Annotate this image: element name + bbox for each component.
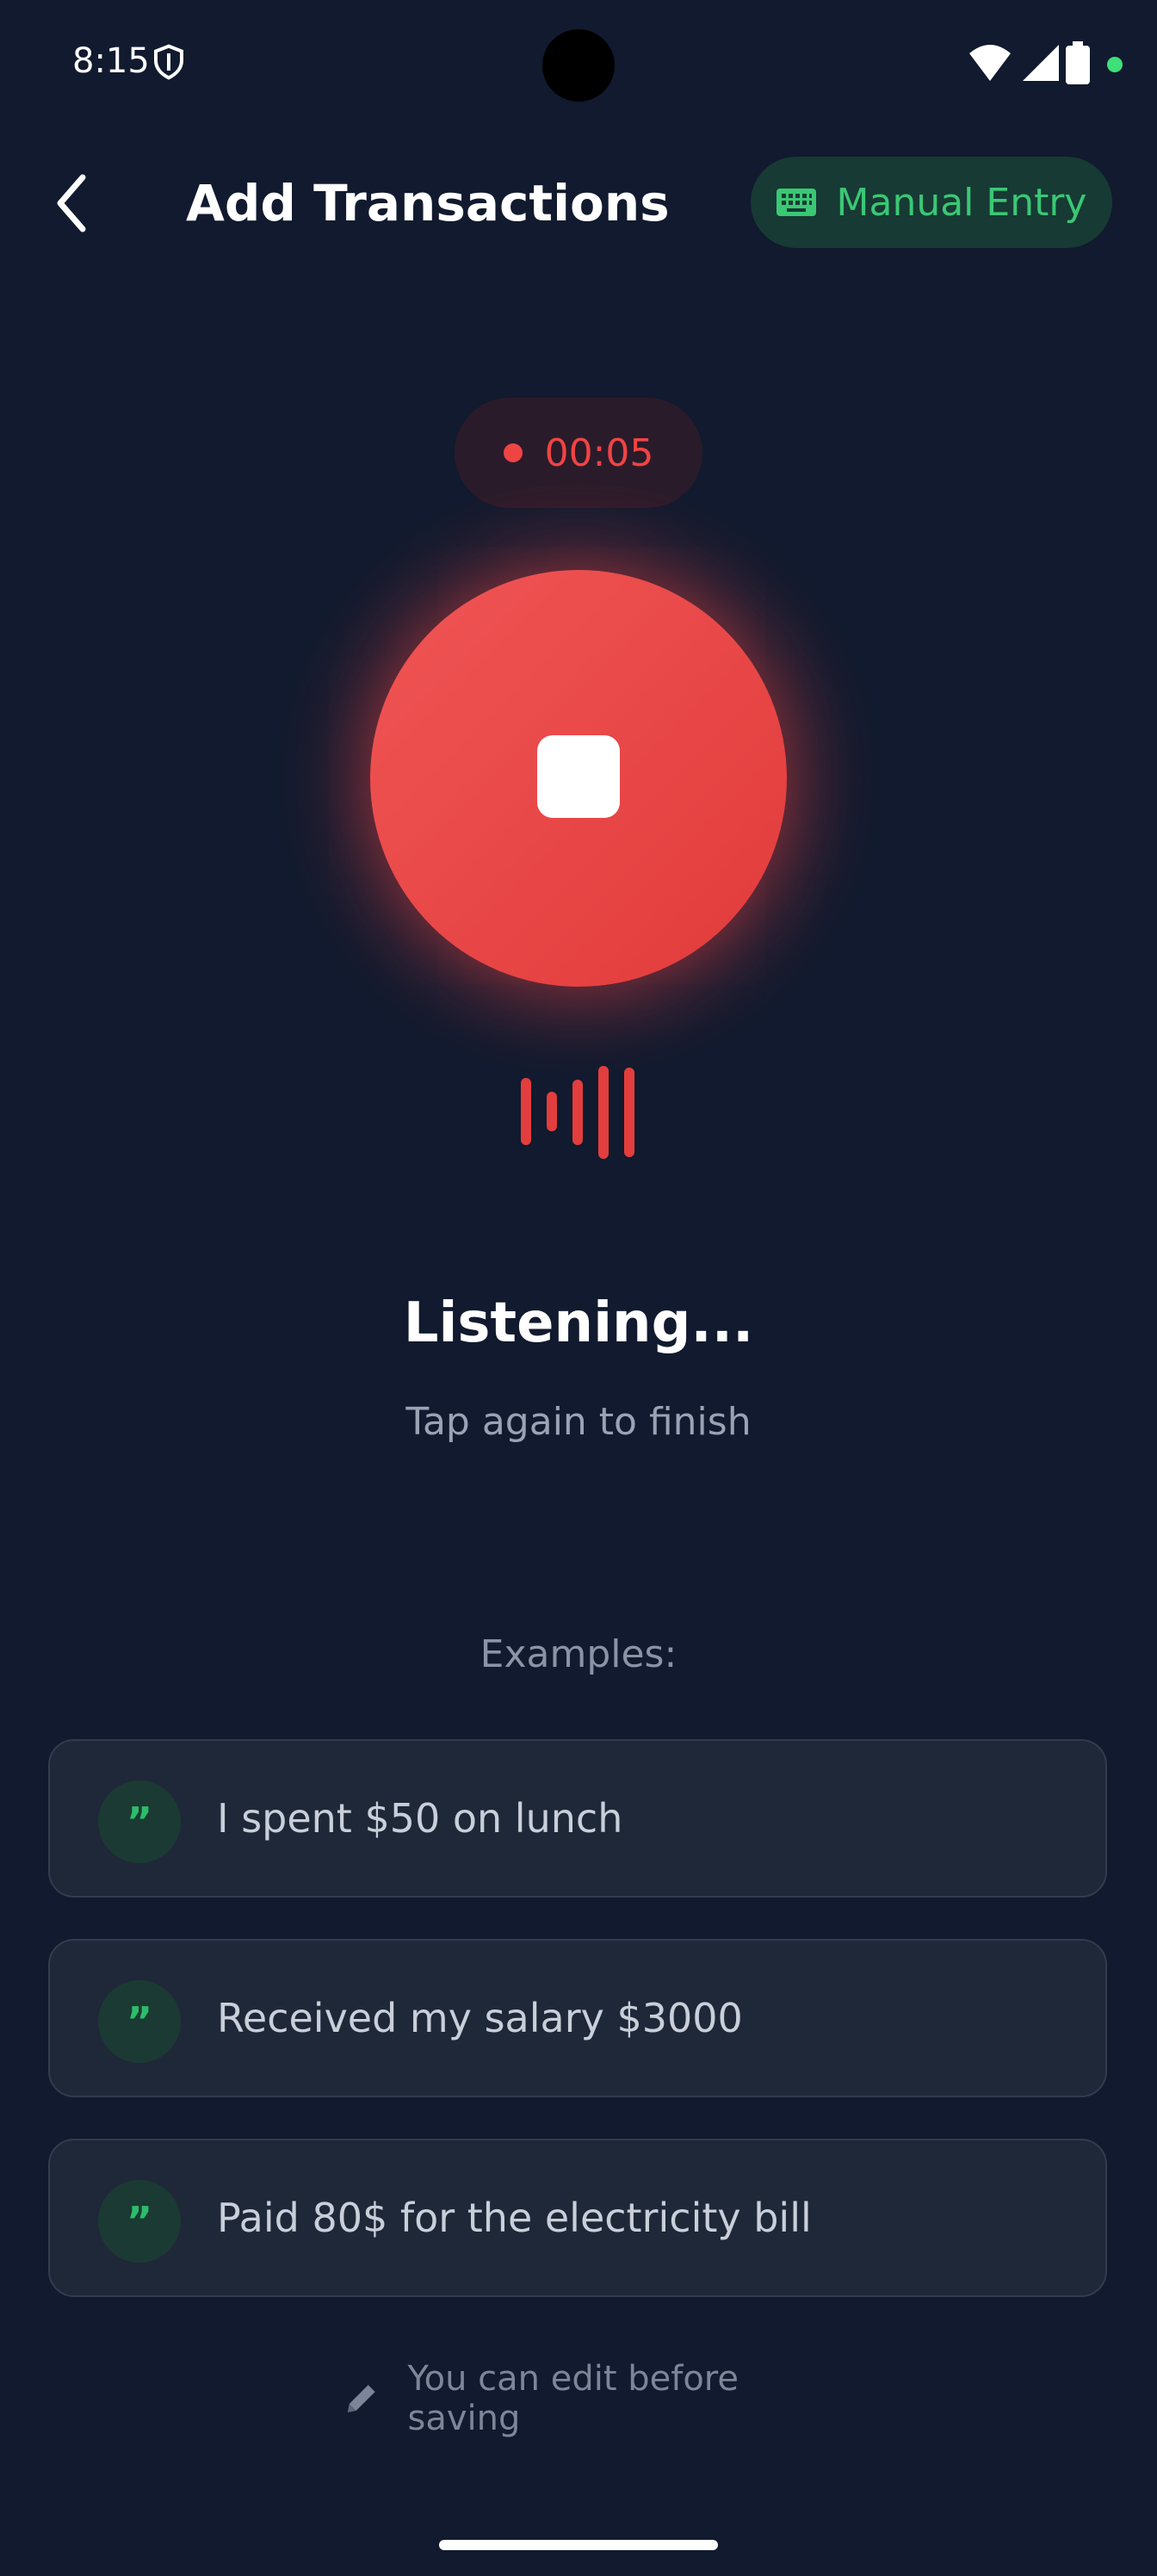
listening-status: Listening... — [403, 1291, 754, 1355]
timer-text: 00:05 — [544, 430, 654, 475]
example-card[interactable]: ” Paid 80$ for the electricity bill — [48, 2139, 1107, 2297]
stop-icon — [537, 735, 620, 818]
home-indicator[interactable] — [439, 2540, 718, 2550]
shield-icon — [154, 44, 183, 80]
waveform-bar — [521, 1078, 531, 1145]
example-card[interactable]: ” I spent $50 on lunch — [48, 1739, 1107, 1898]
wifi-icon — [969, 45, 1011, 81]
waveform-bar — [547, 1092, 557, 1131]
battery-icon — [1066, 41, 1090, 84]
status-time: 8:15 — [72, 41, 150, 81]
pencil-icon — [347, 2385, 375, 2412]
example-card[interactable]: ” Received my salary $3000 — [48, 1939, 1107, 2097]
waveform-bar — [598, 1066, 609, 1159]
manual-entry-label: Manual Entry — [836, 180, 1087, 225]
privacy-indicator-dot — [1107, 57, 1123, 72]
waveform-bar — [572, 1080, 583, 1145]
edit-hint-text: You can edit before saving — [407, 2359, 739, 2438]
tap-again-hint: Tap again to finish — [405, 1400, 752, 1444]
signal-icon — [1023, 45, 1059, 81]
edit-hint: You can edit before saving — [341, 2359, 857, 2438]
quote-icon: ” — [98, 1780, 181, 1863]
quote-icon: ” — [98, 1980, 181, 2063]
example-text: Paid 80$ for the electricity bill — [217, 2195, 812, 2241]
manual-entry-button[interactable]: Manual Entry — [751, 157, 1112, 248]
back-button[interactable] — [48, 169, 100, 238]
recording-dot — [503, 443, 523, 462]
example-text: Received my salary $3000 — [217, 1995, 743, 2041]
quote-icon: ” — [98, 2180, 181, 2263]
waveform-bar — [624, 1068, 634, 1157]
page-title: Add Transactions — [186, 174, 670, 232]
examples-label: Examples: — [480, 1632, 677, 1676]
keyboard-icon — [776, 189, 816, 216]
front-camera — [542, 29, 615, 102]
example-text: I spent $50 on lunch — [217, 1795, 623, 1842]
